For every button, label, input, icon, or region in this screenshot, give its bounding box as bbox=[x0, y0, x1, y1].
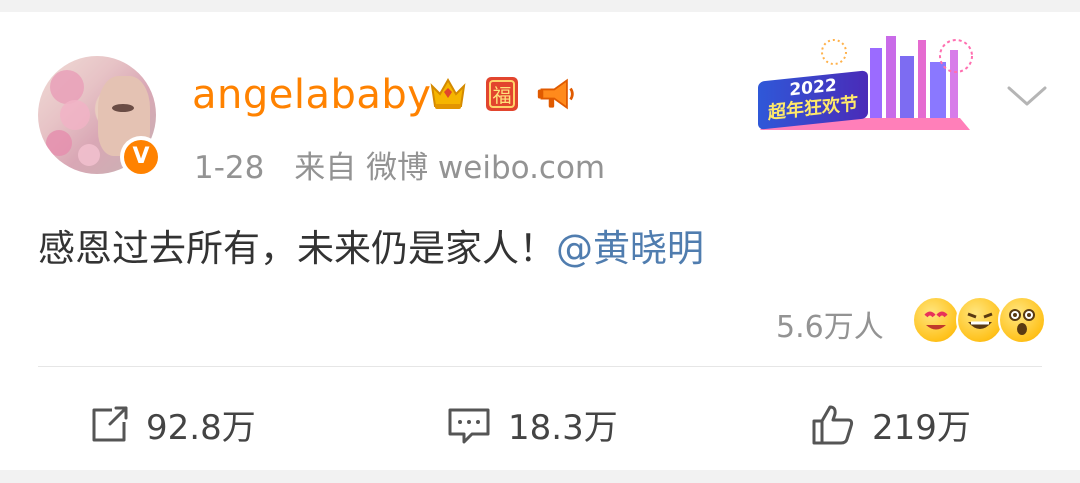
megaphone-icon[interactable] bbox=[536, 74, 576, 114]
comment-count: 18.3万 bbox=[508, 408, 618, 448]
like-button[interactable]: 219万 bbox=[810, 400, 971, 449]
weibo-post-card: V angelababy 福 1-28 来自 微博 weibo.com 2022… bbox=[0, 12, 1080, 470]
promo-banner[interactable]: 2022 超年狂欢节 bbox=[750, 26, 980, 134]
heart-eyes-emoji-icon bbox=[912, 296, 960, 344]
svg-text:福: 福 bbox=[492, 85, 511, 107]
repost-icon bbox=[92, 406, 128, 441]
post-body: 感恩过去所有，未来仍是家人！ bbox=[38, 227, 556, 270]
avatar[interactable]: V bbox=[38, 56, 162, 178]
post-text: 感恩过去所有，未来仍是家人！@黄晓明 bbox=[38, 218, 704, 272]
fu-icon[interactable]: 福 bbox=[482, 74, 522, 114]
username[interactable]: angelababy bbox=[192, 72, 431, 118]
repost-count: 92.8万 bbox=[146, 408, 256, 448]
comment-button[interactable]: 18.3万 bbox=[446, 400, 618, 449]
reaction-emojis[interactable] bbox=[912, 296, 1046, 344]
chevron-down-icon[interactable] bbox=[1004, 78, 1050, 114]
laughing-emoji-icon bbox=[956, 296, 1004, 344]
comment-icon bbox=[448, 408, 490, 443]
mention-link[interactable]: @黄晓明 bbox=[556, 227, 704, 270]
post-meta: 1-28 来自 微博 weibo.com bbox=[194, 142, 625, 187]
divider bbox=[38, 366, 1042, 367]
user-badges: 福 bbox=[428, 74, 576, 114]
thumbs-up-icon bbox=[812, 405, 854, 444]
reaction-count[interactable]: 5.6万人 bbox=[776, 302, 884, 346]
post-date: 1-28 bbox=[194, 150, 265, 186]
like-count: 219万 bbox=[872, 408, 971, 448]
verified-badge-icon: V bbox=[120, 136, 162, 178]
surprised-emoji-icon bbox=[998, 296, 1046, 344]
repost-button[interactable]: 92.8万 bbox=[88, 400, 256, 449]
post-source[interactable]: 来自 微博 weibo.com bbox=[294, 150, 605, 186]
crown-icon[interactable] bbox=[428, 74, 468, 114]
